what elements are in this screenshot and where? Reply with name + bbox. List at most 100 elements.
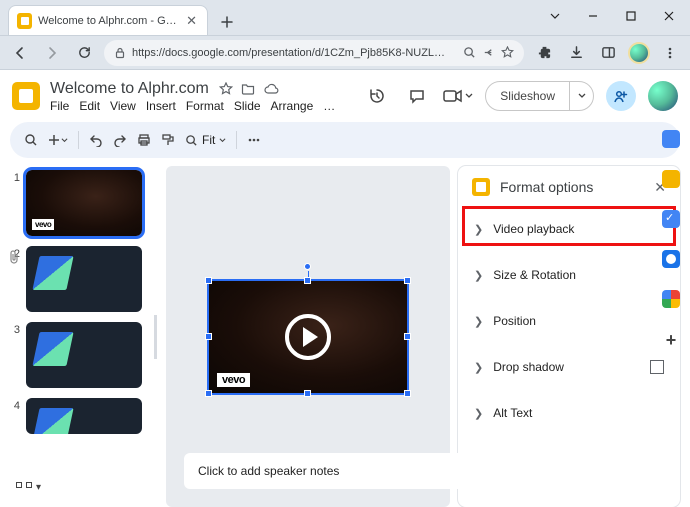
browser-tab-strip: Welcome to Alphr.com - Google ✕ <box>0 0 690 36</box>
maps-icon[interactable] <box>662 290 680 308</box>
slide-thumbnail[interactable] <box>26 398 142 434</box>
thumb-row[interactable]: 1 vevo <box>10 170 152 236</box>
slide-thumbnail[interactable]: vevo <box>26 170 142 236</box>
resize-handle-se[interactable] <box>404 390 411 397</box>
menu-format[interactable]: Format <box>186 99 224 113</box>
drop-shadow-checkbox[interactable] <box>650 360 664 374</box>
minimize-button[interactable] <box>578 6 608 26</box>
add-sidepanel-button[interactable]: + <box>666 330 677 351</box>
panel-title: Format options <box>500 179 644 195</box>
thumb-row[interactable]: 4 <box>10 398 152 434</box>
play-icon[interactable] <box>285 314 331 360</box>
close-tab-icon[interactable]: ✕ <box>184 13 199 29</box>
menu-insert[interactable]: Insert <box>146 99 176 113</box>
version-history-icon[interactable] <box>363 82 391 110</box>
undo-icon[interactable] <box>89 133 103 147</box>
print-icon[interactable] <box>137 133 151 147</box>
slide-thumbnail[interactable] <box>26 322 142 388</box>
chevron-right-icon: ❯ <box>474 315 483 328</box>
browser-profile-avatar[interactable] <box>628 42 650 64</box>
back-button[interactable] <box>8 41 32 65</box>
panel-item-position[interactable]: ❯ Position <box>458 298 680 344</box>
panel-item-label: Video playback <box>493 222 664 236</box>
redo-icon[interactable] <box>113 133 127 147</box>
sidepanel-icon[interactable] <box>596 41 620 65</box>
url-text: https://docs.google.com/presentation/d/1… <box>132 47 457 59</box>
resize-handle-ne[interactable] <box>404 277 411 284</box>
account-avatar[interactable] <box>648 81 678 111</box>
panel-item-label: Size & Rotation <box>493 268 664 282</box>
chevron-right-icon: ❯ <box>474 407 483 420</box>
speaker-notes[interactable]: Click to add speaker notes <box>184 453 614 489</box>
chevron-down-icon[interactable] <box>540 6 570 26</box>
thumb-row[interactable]: 2 <box>10 246 152 312</box>
thumb-row[interactable]: 3 <box>10 322 152 388</box>
slideshow-label: Slideshow <box>486 89 569 103</box>
share-icon[interactable] <box>482 46 495 59</box>
calendar-icon[interactable] <box>662 130 680 148</box>
panel-item-alt-text[interactable]: ❯ Alt Text <box>458 390 680 436</box>
forward-button[interactable] <box>40 41 64 65</box>
thumb-number: 4 <box>10 398 20 412</box>
extensions-icon[interactable] <box>532 41 556 65</box>
close-window-button[interactable] <box>654 6 684 26</box>
search-menus-icon[interactable] <box>24 133 38 147</box>
paint-format-icon[interactable] <box>161 133 175 147</box>
slideshow-dropdown[interactable] <box>569 82 593 110</box>
reload-button[interactable] <box>72 41 96 65</box>
maximize-button[interactable] <box>616 6 646 26</box>
slide-thumbnail[interactable] <box>26 246 142 312</box>
panel-item-label: Drop shadow <box>493 360 640 374</box>
toolbar: Fit <box>10 122 680 158</box>
panel-item-drop-shadow[interactable]: ❯ Drop shadow <box>458 344 680 390</box>
menu-slide[interactable]: Slide <box>234 99 261 113</box>
menu-view[interactable]: View <box>110 99 136 113</box>
new-tab-button[interactable] <box>214 9 240 35</box>
slide-thumbnails: 1 vevo 2 3 4 <box>10 166 158 507</box>
menu-file[interactable]: File <box>50 99 69 113</box>
menu-edit[interactable]: Edit <box>79 99 100 113</box>
rotate-handle[interactable] <box>304 263 311 270</box>
resize-handle-s[interactable] <box>304 390 311 397</box>
zoom-control[interactable]: Fit <box>185 133 226 147</box>
move-folder-icon[interactable] <box>241 82 255 96</box>
vevo-watermark: vevo <box>32 219 54 230</box>
document-title[interactable]: Welcome to Alphr.com <box>50 80 209 98</box>
bookmark-star-icon[interactable] <box>501 46 514 59</box>
selected-video[interactable]: vevo <box>209 281 407 393</box>
address-bar[interactable]: https://docs.google.com/presentation/d/1… <box>104 40 524 66</box>
grid-view-button[interactable]: ▾ <box>16 482 41 493</box>
share-button[interactable] <box>606 81 636 111</box>
slideshow-button[interactable]: Slideshow <box>485 81 594 111</box>
menu-arrange[interactable]: Arrange <box>271 99 314 113</box>
more-tools-icon[interactable] <box>247 133 261 147</box>
panel-item-label: Alt Text <box>493 406 664 420</box>
menu-bar: File Edit View Insert Format Slide Arran… <box>50 99 335 113</box>
resize-handle-nw[interactable] <box>205 277 212 284</box>
comments-icon[interactable] <box>403 82 431 110</box>
resize-handle-w[interactable] <box>205 333 212 340</box>
new-slide-icon[interactable] <box>48 134 68 146</box>
slides-logo[interactable] <box>12 82 40 110</box>
browser-menu-icon[interactable] <box>658 41 682 65</box>
chevron-right-icon: ❯ <box>474 361 483 374</box>
menu-overflow[interactable]: … <box>323 99 335 113</box>
resize-handle-e[interactable] <box>404 333 411 340</box>
star-outline-icon[interactable] <box>219 82 233 96</box>
meet-button[interactable] <box>443 89 473 103</box>
search-in-page-icon[interactable] <box>463 46 476 59</box>
chevron-down-icon <box>465 92 473 100</box>
downloads-icon[interactable] <box>564 41 588 65</box>
side-panel-rail: + <box>658 130 684 351</box>
panel-item-video-playback[interactable]: ❯ Video playback <box>458 206 680 252</box>
tab-title: Welcome to Alphr.com - Google <box>38 15 178 27</box>
browser-tab[interactable]: Welcome to Alphr.com - Google ✕ <box>8 5 208 35</box>
panel-item-size-rotation[interactable]: ❯ Size & Rotation <box>458 252 680 298</box>
contacts-icon[interactable] <box>662 250 680 268</box>
resize-handle-n[interactable] <box>304 277 311 284</box>
resize-handle-sw[interactable] <box>205 390 212 397</box>
cloud-status-icon[interactable] <box>263 82 279 96</box>
keep-icon[interactable] <box>662 170 680 188</box>
tasks-icon[interactable] <box>662 210 680 228</box>
app-header: Welcome to Alphr.com File Edit View Inse… <box>0 70 690 122</box>
